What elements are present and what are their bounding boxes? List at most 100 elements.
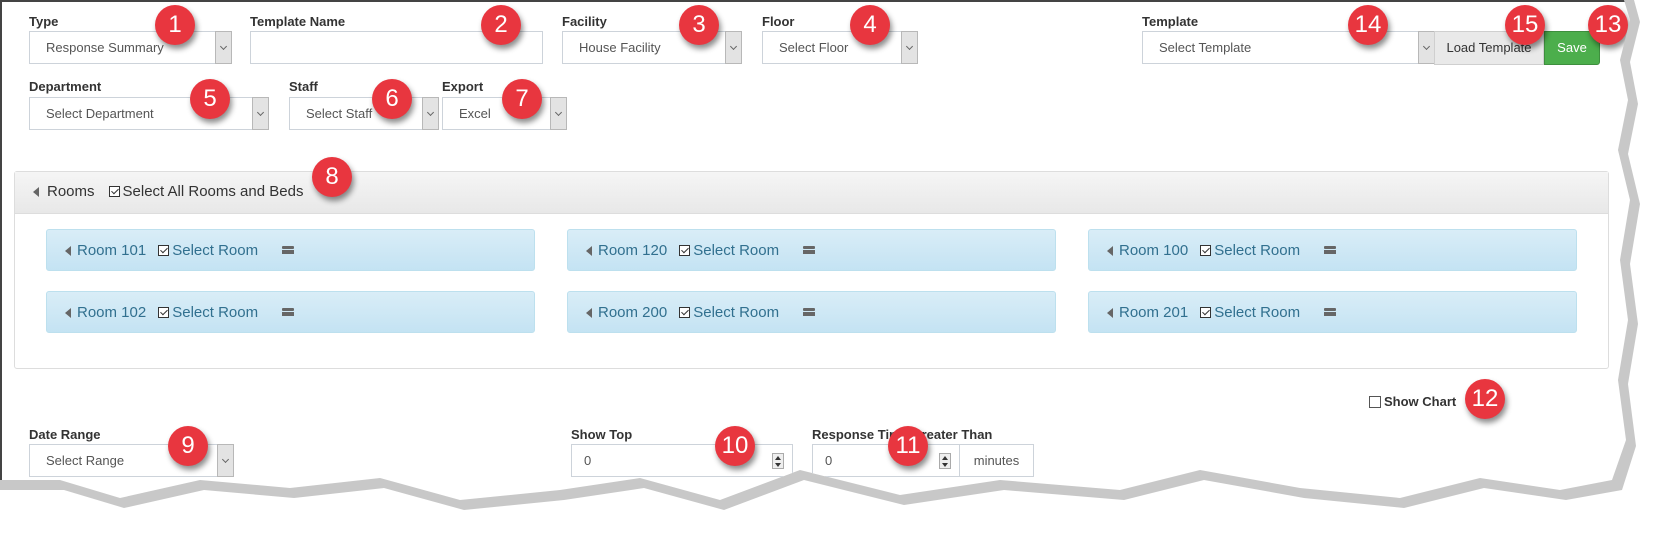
chevron-down-icon[interactable] — [725, 31, 742, 64]
annotation-marker: 8 — [312, 157, 352, 197]
room-card[interactable]: Room 200 Select Room — [567, 291, 1056, 333]
checkbox-checked-icon[interactable] — [1200, 307, 1212, 318]
select-room-label: Select Room — [1214, 242, 1301, 259]
annotation-marker: 14 — [1348, 5, 1388, 45]
annotation-marker: 11 — [888, 426, 928, 466]
show-top-field[interactable] — [571, 444, 793, 477]
template-select-value: Select Template — [1159, 40, 1252, 55]
type-select[interactable]: Response Summary — [29, 31, 232, 64]
collapse-caret-icon[interactable] — [65, 245, 71, 256]
annotation-marker: 5 — [190, 79, 230, 119]
chevron-down-icon[interactable] — [901, 31, 918, 64]
checkbox-checked-icon[interactable] — [679, 307, 691, 318]
chevron-down-icon[interactable] — [215, 31, 232, 64]
export-label: Export — [442, 79, 484, 94]
chevron-down-icon[interactable] — [550, 97, 567, 130]
select-all-rooms-label: Select All Rooms and Beds — [122, 183, 304, 200]
checkbox-checked-icon[interactable] — [679, 245, 691, 256]
select-room-checkbox[interactable]: Select Room — [679, 242, 779, 259]
room-card[interactable]: Room 120 Select Room — [567, 229, 1056, 271]
room-card[interactable]: Room 201 Select Room — [1088, 291, 1577, 333]
chevron-down-icon[interactable] — [252, 97, 269, 130]
show-top-label: Show Top — [571, 427, 633, 442]
annotation-marker: 1 — [155, 5, 195, 45]
chevron-down-icon[interactable] — [422, 97, 439, 130]
room-name: Room 200 — [598, 304, 668, 321]
staff-select-value: Select Staff — [306, 106, 373, 121]
room-card[interactable]: Room 102 Select Room — [46, 291, 535, 333]
date-range-label: Date Range — [29, 427, 101, 442]
room-name: Room 101 — [77, 242, 147, 259]
collapse-caret-icon[interactable] — [586, 245, 592, 256]
annotation-marker: 15 — [1505, 5, 1545, 45]
annotation-marker: 9 — [168, 426, 208, 466]
rooms-panel-title: Rooms — [47, 183, 95, 200]
select-room-label: Select Room — [693, 304, 780, 321]
rooms-panel: Rooms Select All Rooms and Beds Room 101… — [14, 171, 1609, 369]
select-room-checkbox[interactable]: Select Room — [1200, 304, 1300, 321]
bed-icon — [803, 245, 816, 256]
rooms-panel-header[interactable]: Rooms Select All Rooms and Beds — [15, 172, 1608, 214]
room-name: Room 100 — [1119, 242, 1189, 259]
screenshot-page: Type Response Summary Template Name Faci… — [0, 0, 1662, 542]
room-card[interactable]: Room 100 Select Room — [1088, 229, 1577, 271]
select-room-label: Select Room — [172, 242, 259, 259]
response-time-input[interactable] — [813, 445, 959, 476]
department-select[interactable]: Select Department — [29, 97, 269, 130]
report-form: Type Response Summary Template Name Faci… — [0, 0, 1630, 500]
staff-select[interactable]: Select Staff — [289, 97, 439, 130]
collapse-caret-icon[interactable] — [1107, 245, 1113, 256]
response-time-field[interactable] — [812, 444, 960, 477]
bed-icon — [1324, 245, 1337, 256]
room-name: Room 201 — [1119, 304, 1189, 321]
floor-label: Floor — [762, 14, 795, 29]
checkbox-checked-icon[interactable] — [158, 245, 170, 256]
floor-select-value: Select Floor — [779, 40, 849, 55]
export-select-value: Excel — [459, 106, 491, 121]
bed-icon — [282, 245, 295, 256]
type-select-value: Response Summary — [46, 40, 164, 55]
checkbox-unchecked-icon[interactable] — [1369, 395, 1381, 408]
select-room-label: Select Room — [1214, 304, 1301, 321]
select-room-checkbox[interactable]: Select Room — [158, 242, 258, 259]
template-select[interactable]: Select Template — [1142, 31, 1435, 64]
collapse-caret-icon[interactable] — [33, 186, 39, 197]
spinner-arrows-icon[interactable] — [772, 453, 784, 469]
annotation-marker: 4 — [850, 5, 890, 45]
template-label: Template — [1142, 14, 1199, 29]
bed-icon — [803, 307, 816, 318]
annotation-marker: 12 — [1465, 379, 1505, 419]
annotation-marker: 3 — [679, 5, 719, 45]
department-label: Department — [29, 79, 102, 94]
annotation-marker: 2 — [481, 5, 521, 45]
room-card[interactable]: Room 101 Select Room — [46, 229, 535, 271]
chevron-down-icon[interactable] — [1418, 31, 1435, 64]
select-room-label: Select Room — [172, 304, 259, 321]
select-room-checkbox[interactable]: Select Room — [158, 304, 258, 321]
show-top-input[interactable] — [572, 445, 792, 476]
staff-label: Staff — [289, 79, 318, 94]
checkbox-checked-icon[interactable] — [158, 307, 170, 318]
select-room-label: Select Room — [693, 242, 780, 259]
show-chart-label: Show Chart — [1384, 394, 1457, 409]
select-room-checkbox[interactable]: Select Room — [679, 304, 779, 321]
spinner-arrows-icon[interactable] — [939, 453, 951, 469]
bed-icon — [282, 307, 295, 318]
template-name-label: Template Name — [250, 14, 346, 29]
floor-select[interactable]: Select Floor — [762, 31, 918, 64]
collapse-caret-icon[interactable] — [586, 307, 592, 318]
checkbox-checked-icon[interactable] — [1200, 245, 1212, 256]
chevron-down-icon[interactable] — [217, 444, 234, 477]
annotation-marker: 6 — [372, 79, 412, 119]
collapse-caret-icon[interactable] — [1107, 307, 1113, 318]
select-all-rooms-checkbox[interactable]: Select All Rooms and Beds — [108, 183, 304, 200]
date-range-select-value: Select Range — [46, 453, 125, 468]
bed-icon — [1324, 307, 1337, 318]
checkbox-checked-icon[interactable] — [108, 186, 120, 197]
type-label: Type — [29, 14, 59, 29]
collapse-caret-icon[interactable] — [65, 307, 71, 318]
select-room-checkbox[interactable]: Select Room — [1200, 242, 1300, 259]
room-name: Room 102 — [77, 304, 147, 321]
annotation-marker: 10 — [715, 426, 755, 466]
show-chart-checkbox[interactable]: Show Chart — [1369, 394, 1456, 409]
